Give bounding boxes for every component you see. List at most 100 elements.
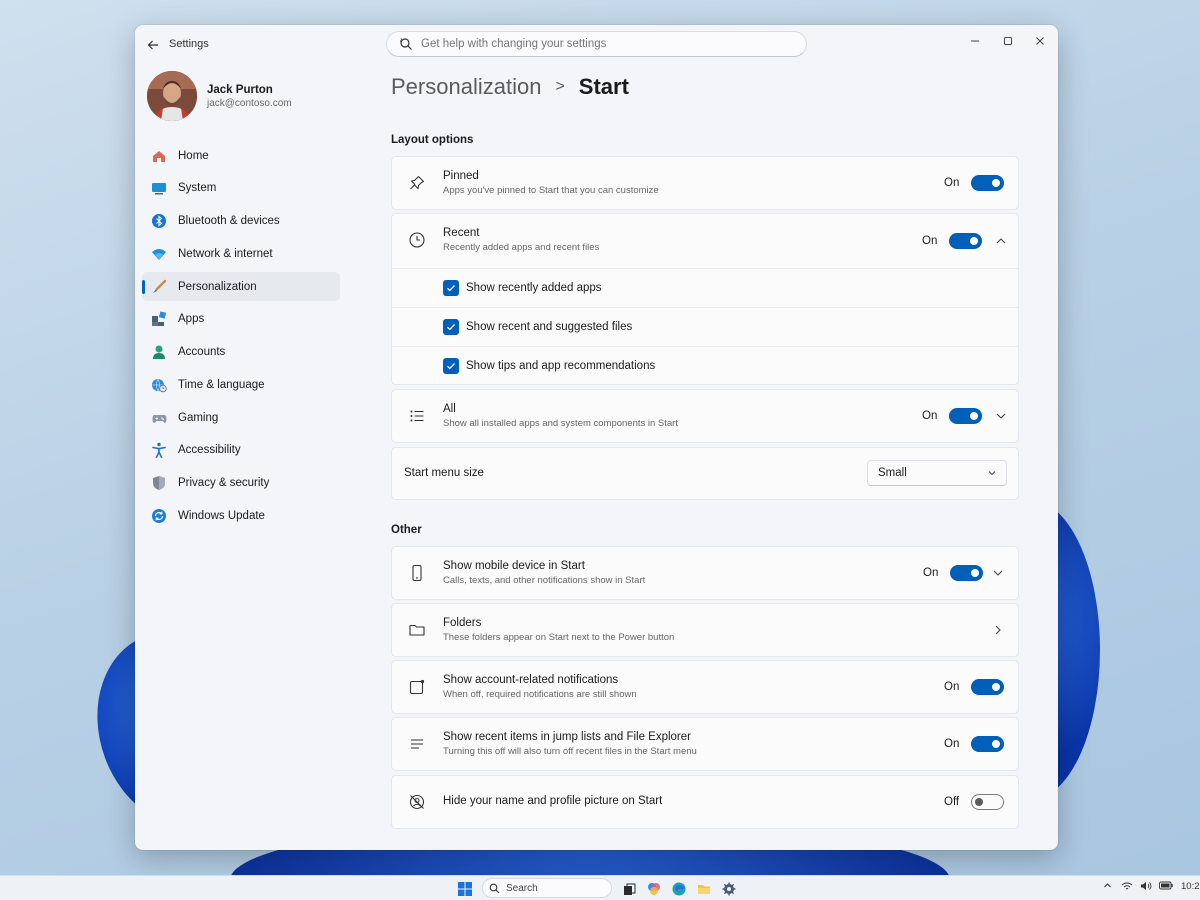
settings-search-box[interactable] <box>386 31 807 57</box>
close-icon <box>1036 37 1044 45</box>
setting-title: Pinned <box>443 170 479 182</box>
profile-email: jack@contoso.com <box>207 97 292 109</box>
minimize-button[interactable] <box>960 29 990 53</box>
clock[interactable]: 10:2 <box>1181 881 1200 892</box>
sidebar-item-label: Privacy & security <box>178 477 270 489</box>
recent-option-row: Show tips and app recommendations <box>392 346 1018 385</box>
setting-description: Calls, texts, and other notifications sh… <box>443 575 646 586</box>
start-button[interactable] <box>455 879 475 899</box>
recent-option-row: Show recently added apps <box>392 268 1018 307</box>
sidebar-item-network[interactable]: Network & internet <box>142 239 340 268</box>
toggle-state-label: On <box>944 177 960 189</box>
account-notifications-toggle[interactable] <box>971 679 1005 695</box>
sidebar-item-label: Home <box>178 149 209 162</box>
breadcrumb-separator: > <box>555 78 565 95</box>
sidebar-item-apps[interactable]: Apps <box>142 305 340 334</box>
setting-description: These folders appear on Start next to th… <box>443 632 675 643</box>
task-view-icon <box>623 883 635 895</box>
sidebar-item-label: Accessibility <box>178 444 241 457</box>
sidebar-item-bluetooth[interactable]: Bluetooth & devices <box>142 207 340 236</box>
sidebar-item-home[interactable]: Home <box>142 141 340 170</box>
setting-title: Show recent items in jump lists and File… <box>443 731 691 743</box>
breadcrumb-parent[interactable]: Personalization <box>391 74 541 100</box>
sidebar-item-time-language[interactable]: Time & language <box>142 370 340 399</box>
sidebar-item-label: Windows Update <box>178 509 265 522</box>
sidebar-item-label: Personalization <box>178 280 257 293</box>
all-toggle[interactable] <box>949 408 983 424</box>
recent-toggle[interactable] <box>949 233 983 249</box>
toggle-state-label: On <box>922 410 938 422</box>
edge-icon <box>672 882 686 896</box>
edge-button[interactable] <box>669 879 689 899</box>
phone-icon <box>406 562 428 584</box>
bluetooth-icon <box>150 212 168 230</box>
volume-icon[interactable] <box>1140 881 1152 893</box>
toggle-state-label: Off <box>944 796 960 808</box>
hide-name-toggle[interactable] <box>971 794 1005 810</box>
toggle-state-label: On <box>922 235 938 247</box>
checkbox-label: Show recent and suggested files <box>466 321 633 333</box>
chevron-down-icon <box>986 467 998 479</box>
home-icon <box>150 147 168 165</box>
sidebar-item-personalization[interactable]: Personalization <box>142 272 340 301</box>
setting-card-folders[interactable]: Folders These folders appear on Start ne… <box>391 603 1019 657</box>
pinned-toggle[interactable] <box>971 175 1005 191</box>
file-explorer-button[interactable] <box>694 879 714 899</box>
checkbox-recent-files[interactable] <box>443 319 459 335</box>
sidebar-item-windows-update[interactable]: Windows Update <box>142 501 340 530</box>
battery-icon[interactable] <box>1159 881 1173 892</box>
settings-taskbar-button[interactable] <box>719 879 739 899</box>
system-icon <box>150 179 168 197</box>
folder-icon <box>406 619 428 641</box>
chevron-right-icon[interactable] <box>990 622 1006 638</box>
tray-overflow-icon[interactable] <box>1103 881 1112 892</box>
copilot-icon <box>648 883 660 895</box>
sidebar-item-accessibility[interactable]: Accessibility <box>142 436 340 465</box>
checkbox-recently-added[interactable] <box>443 280 459 296</box>
page-title: Start <box>578 74 629 99</box>
clock-icon <box>406 229 428 251</box>
maximize-button[interactable] <box>993 29 1023 53</box>
brush-icon <box>150 278 168 296</box>
jump-lists-toggle[interactable] <box>971 736 1005 752</box>
sidebar-item-system[interactable]: System <box>142 174 340 203</box>
start-menu-size-dropdown[interactable]: Small <box>867 460 1007 486</box>
app-title: Settings <box>169 38 209 50</box>
shield-icon <box>150 474 168 492</box>
toggle-state-label: On <box>923 567 939 579</box>
back-button[interactable] <box>143 35 163 55</box>
chevron-up-icon[interactable] <box>993 233 1009 249</box>
search-input[interactable] <box>421 38 781 50</box>
title-bar: Settings <box>135 25 1058 65</box>
hidden-profile-icon <box>406 791 428 813</box>
wifi-icon[interactable] <box>1121 881 1133 893</box>
sidebar-item-privacy-security[interactable]: Privacy & security <box>142 469 340 498</box>
settings-window: Settings Get help with changing your set… <box>135 25 1058 850</box>
taskbar-search[interactable]: Search <box>482 878 612 898</box>
setting-card-mobile-device[interactable]: Show mobile device in Start Calls, texts… <box>391 546 1019 600</box>
sidebar-item-label: System <box>178 182 217 195</box>
chevron-down-icon[interactable] <box>993 408 1009 424</box>
copilot-button[interactable] <box>644 879 664 899</box>
setting-description: Apps you've pinned to Start that you can… <box>443 185 659 196</box>
breadcrumb: Personalization > Start <box>391 74 629 100</box>
setting-card-all[interactable]: All Show all installed apps and system c… <box>391 389 1019 443</box>
sidebar-item-gaming[interactable]: Gaming <box>142 403 340 432</box>
mobile-device-toggle[interactable] <box>950 565 984 581</box>
sidebar-item-label: Time & language <box>178 378 265 391</box>
taskbar-search-label: Search <box>506 882 538 894</box>
close-button[interactable] <box>1025 29 1055 53</box>
task-view-button[interactable] <box>619 879 639 899</box>
sidebar-item-accounts[interactable]: Accounts <box>142 338 340 367</box>
sidebar-nav: Home System Bluetooth & devices Network … <box>142 141 340 534</box>
setting-description: Show all installed apps and system compo… <box>443 418 678 429</box>
chevron-down-icon[interactable] <box>990 565 1006 581</box>
user-profile[interactable]: Jack Purton jack@contoso.com <box>147 70 292 122</box>
section-title-layout-options: Layout options <box>391 134 474 146</box>
checkmark-icon <box>447 285 455 292</box>
recent-header-row[interactable]: Recent Recently added apps and recent fi… <box>392 214 1018 268</box>
search-icon <box>397 35 415 53</box>
setting-title: Hide your name and profile picture on St… <box>443 795 663 807</box>
setting-description: When off, required notifications are sti… <box>443 689 637 700</box>
checkbox-tips[interactable] <box>443 358 459 374</box>
